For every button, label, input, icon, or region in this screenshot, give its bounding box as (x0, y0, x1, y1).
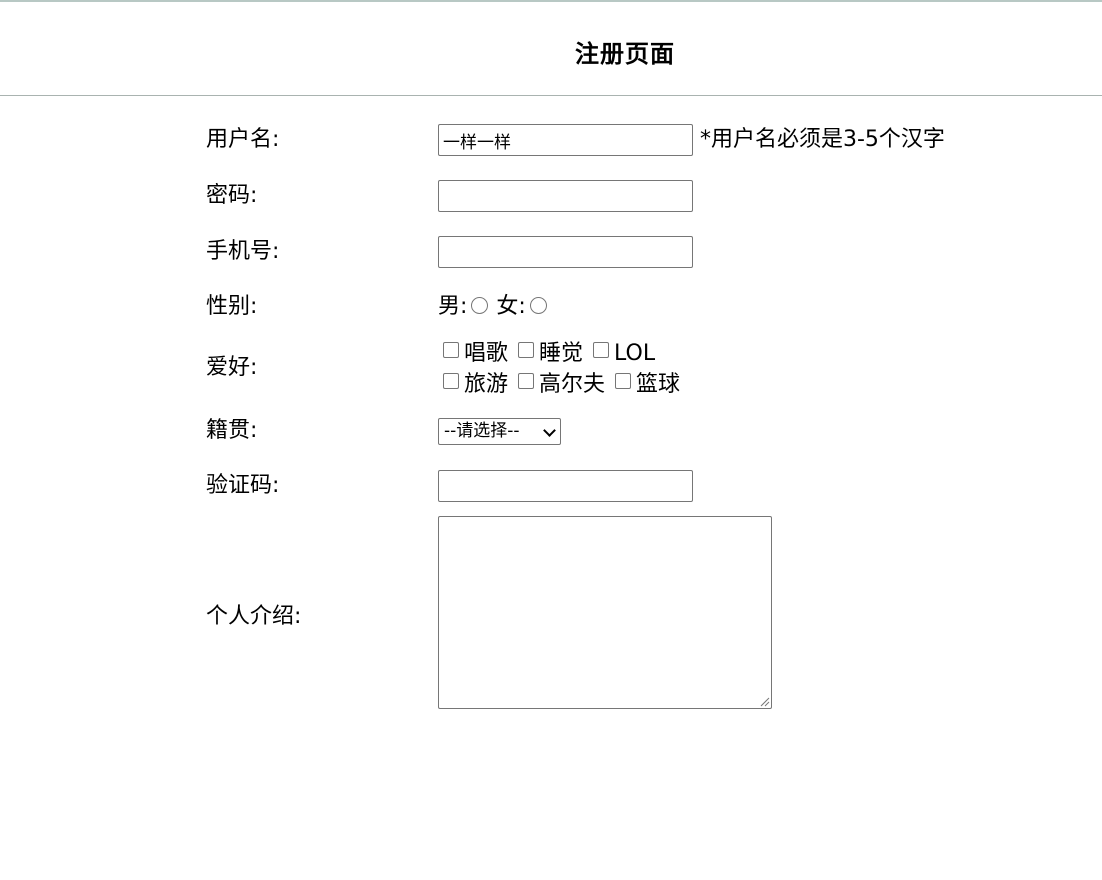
hobby-lol-checkbox[interactable] (593, 342, 610, 358)
hobby-option: 高尔夫 (518, 371, 605, 399)
hobby-sing-label: 唱歌 (464, 341, 509, 366)
hometown-label: 籍贯: (206, 418, 258, 443)
chevron-down-icon (543, 424, 556, 437)
hobby-lol-label: LOL (614, 341, 656, 366)
hobby-travel-label: 旅游 (464, 372, 509, 397)
password-label: 密码: (206, 183, 258, 208)
hometown-selected-value: --请选择-- (444, 421, 520, 441)
phone-input[interactable] (438, 236, 693, 268)
hobby-golf-checkbox[interactable] (518, 373, 535, 389)
password-input[interactable] (438, 180, 693, 212)
hobby-basketball-checkbox[interactable] (615, 373, 632, 389)
gender-options: 男: 女: (438, 293, 555, 321)
hobby-option: LOL (593, 340, 655, 368)
hobby-option: 篮球 (615, 371, 680, 399)
resize-grip-icon[interactable] (758, 695, 770, 707)
hobby-option: 睡觉 (518, 340, 583, 368)
hobby-travel-checkbox[interactable] (443, 373, 459, 389)
hobby-row-1: 唱歌 睡觉 LOL (443, 340, 665, 368)
hometown-select[interactable]: --请选择-- (438, 418, 561, 445)
gender-female-radio[interactable] (529, 296, 547, 314)
hobby-sing-checkbox[interactable] (443, 342, 459, 358)
gender-male-label: 男: (438, 294, 468, 319)
gender-male-radio[interactable] (471, 296, 489, 314)
intro-label: 个人介绍: (206, 604, 302, 629)
hobby-option: 旅游 (443, 371, 508, 399)
hobby-basketball-label: 篮球 (636, 372, 681, 397)
hobby-sleep-checkbox[interactable] (518, 342, 535, 358)
username-hint: *用户名必须是3-5个汉字 (700, 127, 945, 152)
captcha-label: 验证码: (206, 473, 280, 498)
hobby-label: 爱好: (206, 355, 258, 380)
gender-female-label: 女: (496, 294, 526, 319)
hobby-golf-label: 高尔夫 (539, 372, 606, 397)
hobby-sleep-label: 睡觉 (539, 341, 584, 366)
username-input[interactable] (438, 124, 693, 156)
page-header: 注册页面 (0, 2, 1102, 96)
phone-label: 手机号: (206, 239, 280, 264)
page-title: 注册页面 (575, 40, 675, 68)
intro-textarea[interactable] (438, 516, 772, 709)
captcha-input[interactable] (438, 470, 693, 502)
gender-label: 性别: (206, 294, 258, 319)
hobby-option: 唱歌 (443, 340, 508, 368)
hobby-row-2: 旅游 高尔夫 篮球 (443, 371, 690, 399)
username-label: 用户名: (206, 127, 280, 152)
